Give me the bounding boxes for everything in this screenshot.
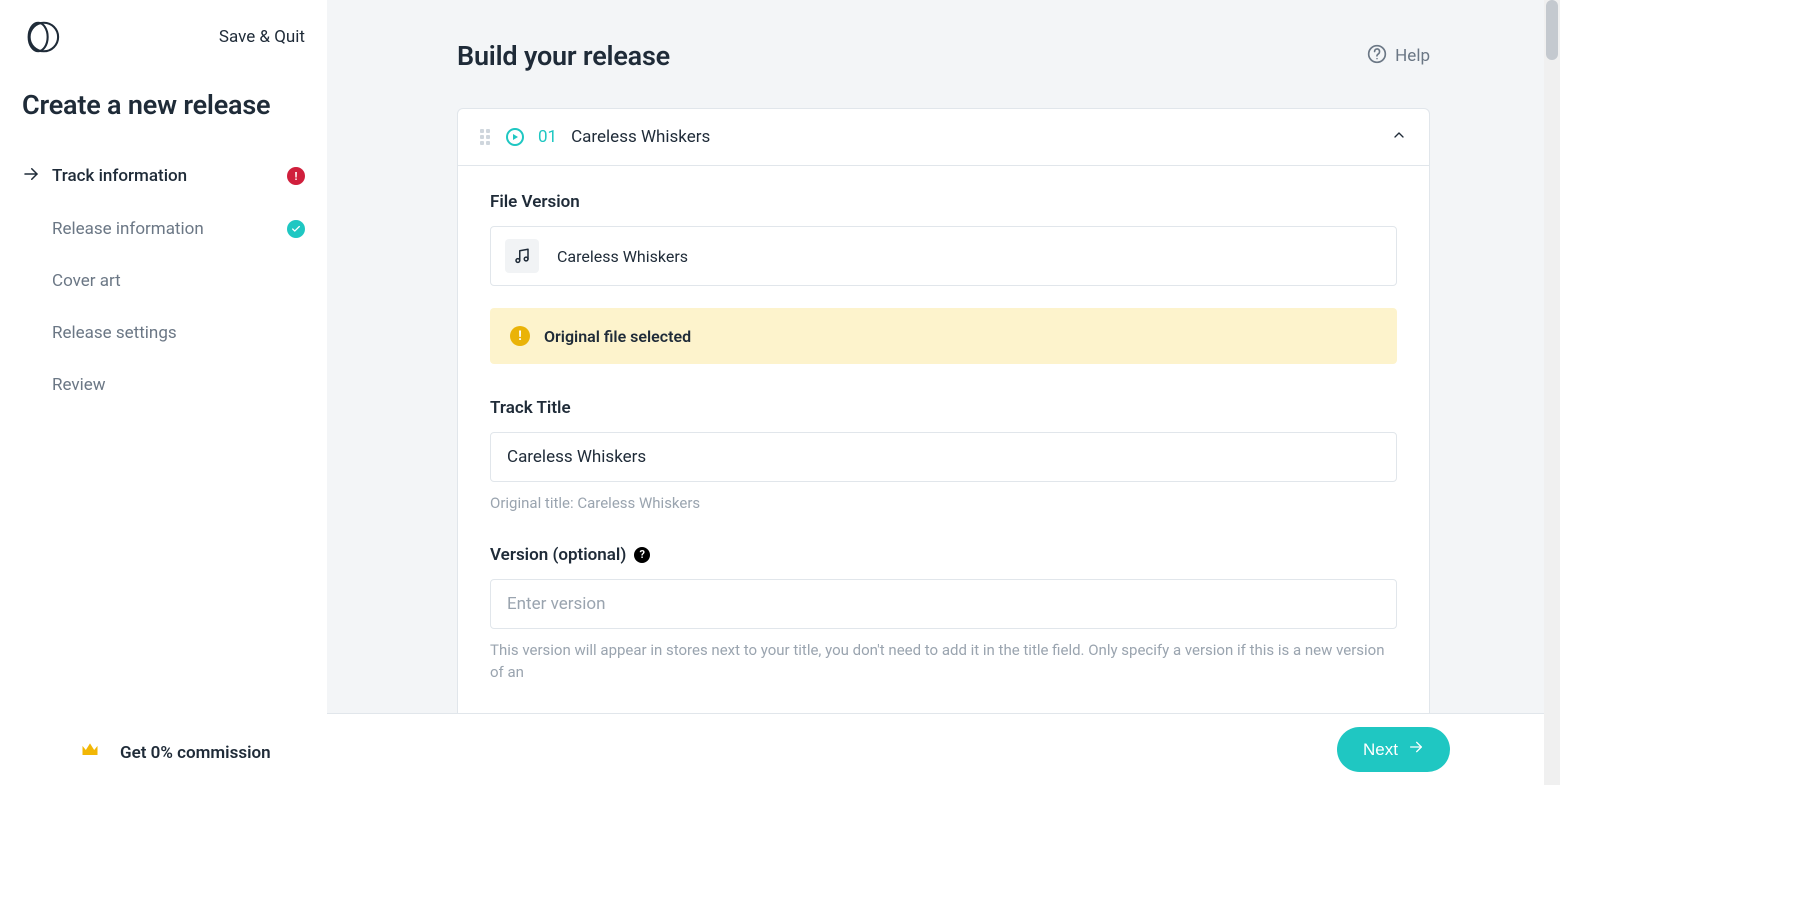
- track-title-label: Track Title: [490, 398, 1397, 418]
- nav-label: Track information: [52, 166, 187, 186]
- commission-label: Get 0% commission: [120, 743, 271, 763]
- sidebar-nav: Track information ! Release information …: [0, 149, 327, 411]
- track-name: Careless Whiskers: [571, 127, 710, 147]
- app-root: Save & Quit Create a new release Track i…: [0, 0, 1560, 785]
- file-version-row[interactable]: Careless Whiskers: [490, 226, 1397, 286]
- track-body: File Version Careless Whiskers ! Origina…: [458, 166, 1429, 724]
- version-field: Version (optional) ? This version will a…: [490, 545, 1397, 684]
- file-name: Careless Whiskers: [557, 247, 688, 266]
- help-icon: [1367, 44, 1387, 69]
- sidebar-top: Save & Quit: [0, 0, 327, 66]
- scrollbar-thumb[interactable]: [1546, 0, 1558, 60]
- arrow-right-icon: [1408, 739, 1424, 760]
- main-content: Build your release Help 01: [327, 0, 1560, 785]
- save-quit-button[interactable]: Save & Quit: [219, 27, 305, 47]
- help-button[interactable]: Help: [1367, 44, 1430, 69]
- nav-label: Release settings: [52, 323, 177, 343]
- track-title-input[interactable]: [490, 432, 1397, 482]
- status-error-icon: !: [287, 167, 305, 185]
- status-ok-icon: [287, 220, 305, 238]
- file-version-label: File Version: [490, 192, 1397, 212]
- sidebar: Save & Quit Create a new release Track i…: [0, 0, 327, 785]
- next-label: Next: [1363, 740, 1398, 760]
- nav-label: Cover art: [52, 271, 121, 291]
- nav-label: Review: [52, 375, 106, 395]
- logo-icon: [22, 18, 60, 56]
- footer-bar: Next: [327, 713, 1560, 785]
- track-header[interactable]: 01 Careless Whiskers: [458, 109, 1429, 166]
- track-title-hint: Original title: Careless Whiskers: [490, 492, 1397, 515]
- nav-item-release-information[interactable]: Release information: [0, 203, 327, 255]
- track-number: 01: [538, 127, 557, 147]
- nav-item-cover-art[interactable]: Cover art: [0, 255, 327, 307]
- nav-label: Release information: [52, 219, 204, 239]
- file-version-field: File Version Careless Whiskers ! Origina…: [490, 192, 1397, 364]
- alert-text: Original file selected: [544, 327, 691, 346]
- main-header: Build your release Help: [457, 40, 1430, 72]
- version-input[interactable]: [490, 579, 1397, 629]
- file-alert: ! Original file selected: [490, 308, 1397, 364]
- track-card: 01 Careless Whiskers File Version: [457, 108, 1430, 725]
- page-title: Create a new release: [0, 66, 327, 149]
- help-label: Help: [1395, 46, 1430, 66]
- drag-handle-icon[interactable]: [480, 129, 492, 145]
- track-title-field: Track Title Original title: Careless Whi…: [490, 398, 1397, 515]
- main-title: Build your release: [457, 40, 670, 72]
- version-label: Version (optional) ?: [490, 545, 1397, 565]
- chevron-up-icon[interactable]: [1391, 127, 1407, 147]
- crown-icon: [80, 740, 108, 765]
- tooltip-icon[interactable]: ?: [634, 547, 650, 563]
- play-icon[interactable]: [506, 128, 524, 146]
- nav-item-review[interactable]: Review: [0, 359, 327, 411]
- music-note-icon: [505, 239, 539, 273]
- commission-promo-button[interactable]: Get 0% commission: [0, 720, 327, 785]
- nav-item-release-settings[interactable]: Release settings: [0, 307, 327, 359]
- arrow-right-icon: [22, 165, 40, 187]
- scrollbar[interactable]: [1544, 0, 1560, 785]
- alert-icon: !: [510, 326, 530, 346]
- version-hint: This version will appear in stores next …: [490, 639, 1397, 684]
- nav-item-track-information[interactable]: Track information !: [0, 149, 327, 203]
- next-button[interactable]: Next: [1337, 727, 1450, 772]
